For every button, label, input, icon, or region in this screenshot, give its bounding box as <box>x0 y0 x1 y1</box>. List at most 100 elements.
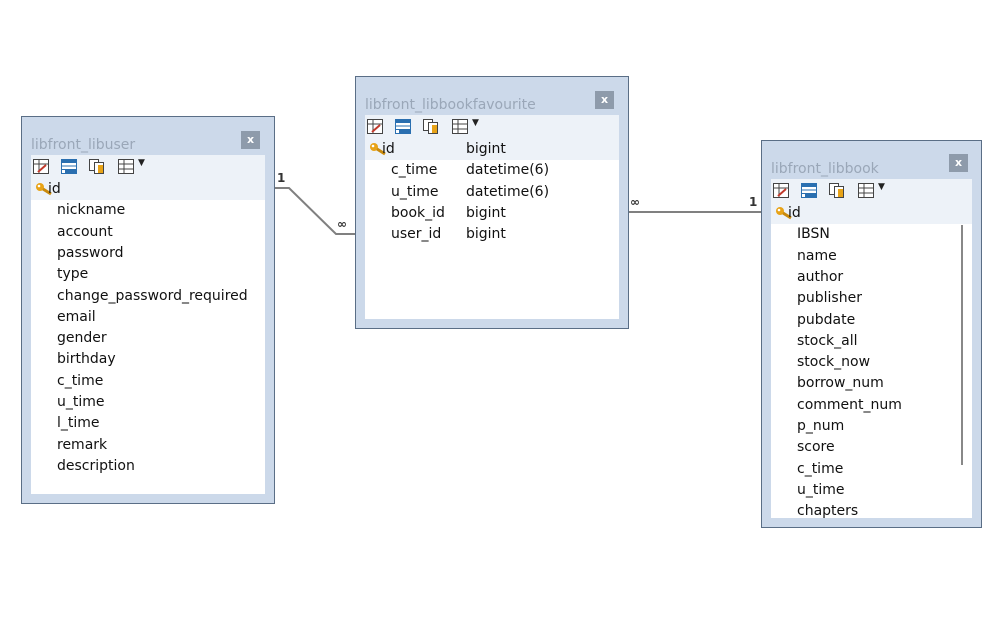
field-row[interactable]: u_time <box>31 392 265 413</box>
cardinality-label-book-one: 1 <box>749 195 758 209</box>
field-row[interactable]: u_time datetime(6) <box>365 182 619 203</box>
field-row[interactable]: email <box>31 307 265 328</box>
edit-table-icon[interactable] <box>773 183 789 198</box>
field-row[interactable]: IBSN <box>771 224 972 245</box>
field-name: publisher <box>797 290 862 307</box>
table-title[interactable]: libfront_libbookfavourite <box>365 97 536 113</box>
field-name: birthday <box>57 351 116 368</box>
field-row[interactable]: gender <box>31 328 265 349</box>
field-row[interactable]: change_password_required <box>31 286 265 307</box>
field-list[interactable]: id bigint c_time datetime(6) u_time datetime(… <box>365 139 619 319</box>
field-row[interactable]: borrow_num <box>771 373 972 394</box>
table-title[interactable]: libfront_libuser <box>31 137 135 153</box>
field-row[interactable]: type <box>31 264 265 285</box>
chevron-down-icon[interactable]: ▼ <box>138 158 145 168</box>
field-name: borrow_num <box>797 375 884 392</box>
field-name: stock_now <box>797 354 871 371</box>
close-icon[interactable]: x <box>949 154 968 172</box>
cardinality-label-favourite-many-right: ∞ <box>630 195 640 209</box>
field-row[interactable]: pubdate <box>771 310 972 331</box>
field-name: password <box>57 244 124 261</box>
field-row[interactable]: c_time datetime(6) <box>365 160 619 181</box>
table-title[interactable]: libfront_libbook <box>771 161 879 177</box>
field-row[interactable]: author <box>771 267 972 288</box>
field-name: c_time <box>391 162 438 179</box>
edit-table-icon[interactable] <box>33 159 49 174</box>
field-row[interactable]: user_id bigint <box>365 224 619 245</box>
table-toolbar: ▼ <box>771 179 972 203</box>
field-row[interactable]: name <box>771 246 972 267</box>
field-type: bigint <box>466 141 506 157</box>
field-list[interactable]: id IBSN name author publisher pubdate stock_al… <box>771 203 972 518</box>
table-toolbar: ▼ <box>365 115 619 139</box>
field-name: IBSN <box>797 226 830 243</box>
copy-icon[interactable] <box>423 119 439 134</box>
field-row[interactable]: score <box>771 437 972 458</box>
grid-view-icon[interactable] <box>858 183 874 198</box>
field-name: user_id <box>391 226 442 243</box>
primary-key-row[interactable]: id <box>771 203 972 224</box>
field-type: datetime(6) <box>466 162 550 179</box>
field-name: id <box>382 141 395 157</box>
field-name: comment_num <box>797 396 902 413</box>
field-row[interactable]: password <box>31 243 265 264</box>
field-row[interactable]: description <box>31 456 265 477</box>
field-type: bigint <box>466 204 506 221</box>
field-name: stock_all <box>797 332 858 349</box>
field-name: email <box>57 308 96 325</box>
field-name: change_password_required <box>57 287 248 304</box>
field-row[interactable]: nickname <box>31 200 265 221</box>
field-row[interactable]: stock_now <box>771 352 972 373</box>
fields-list-icon[interactable] <box>801 183 817 198</box>
close-icon[interactable]: x <box>595 91 614 109</box>
grid-view-icon[interactable] <box>118 159 134 174</box>
fields-list-icon[interactable] <box>395 119 411 134</box>
field-row[interactable]: u_time <box>771 480 972 501</box>
grid-view-icon[interactable] <box>452 119 468 134</box>
field-name: l_time <box>57 415 100 432</box>
field-row[interactable]: comment_num <box>771 395 972 416</box>
field-name: name <box>797 247 837 264</box>
field-row[interactable]: account <box>31 222 265 243</box>
field-type: bigint <box>466 226 506 243</box>
field-row[interactable]: remark <box>31 435 265 456</box>
field-row[interactable]: c_time <box>771 459 972 480</box>
field-row[interactable]: l_time <box>31 413 265 434</box>
fields-list-icon[interactable] <box>61 159 77 174</box>
field-name: chapters <box>797 503 859 518</box>
primary-key-row[interactable]: id <box>31 179 265 200</box>
field-name: type <box>57 266 89 283</box>
field-row[interactable]: chapters <box>771 501 972 518</box>
field-name: nickname <box>57 202 126 219</box>
field-type: datetime(6) <box>466 183 550 200</box>
field-row[interactable]: publisher <box>771 288 972 309</box>
primary-key-row[interactable]: id bigint <box>365 139 619 160</box>
table-libbook[interactable]: libfront_libbook x ▼ id IBSN name author pub… <box>761 140 982 528</box>
er-diagram-canvas: 1 ∞ ∞ 1 libfront_libuser x ▼ id nickname a… <box>0 0 1003 619</box>
field-row[interactable]: p_num <box>771 416 972 437</box>
edit-table-icon[interactable] <box>367 119 383 134</box>
field-name: id <box>48 181 61 197</box>
copy-icon[interactable] <box>829 183 845 198</box>
field-row[interactable]: c_time <box>31 371 265 392</box>
copy-icon[interactable] <box>89 159 105 174</box>
vertical-scrollbar[interactable] <box>961 225 963 465</box>
field-name: c_time <box>57 372 104 389</box>
field-row[interactable]: stock_all <box>771 331 972 352</box>
field-name: description <box>57 457 135 474</box>
field-row[interactable]: book_id bigint <box>365 203 619 224</box>
field-name: u_time <box>391 183 439 200</box>
table-toolbar: ▼ <box>31 155 265 179</box>
chevron-down-icon[interactable]: ▼ <box>878 182 885 192</box>
field-list[interactable]: id nickname account password type change_pass… <box>31 179 265 494</box>
field-name: u_time <box>57 394 105 410</box>
chevron-down-icon[interactable]: ▼ <box>472 118 479 128</box>
field-name: id <box>788 205 801 221</box>
field-name: remark <box>57 436 108 453</box>
close-icon[interactable]: x <box>241 131 260 149</box>
table-libuser[interactable]: libfront_libuser x ▼ id nickname account pa… <box>21 116 275 504</box>
table-libbookfavourite[interactable]: libfront_libbookfavourite x ▼ id bigint c_… <box>355 76 629 329</box>
field-name: score <box>797 439 835 456</box>
field-name: u_time <box>797 481 845 498</box>
field-row[interactable]: birthday <box>31 349 265 370</box>
